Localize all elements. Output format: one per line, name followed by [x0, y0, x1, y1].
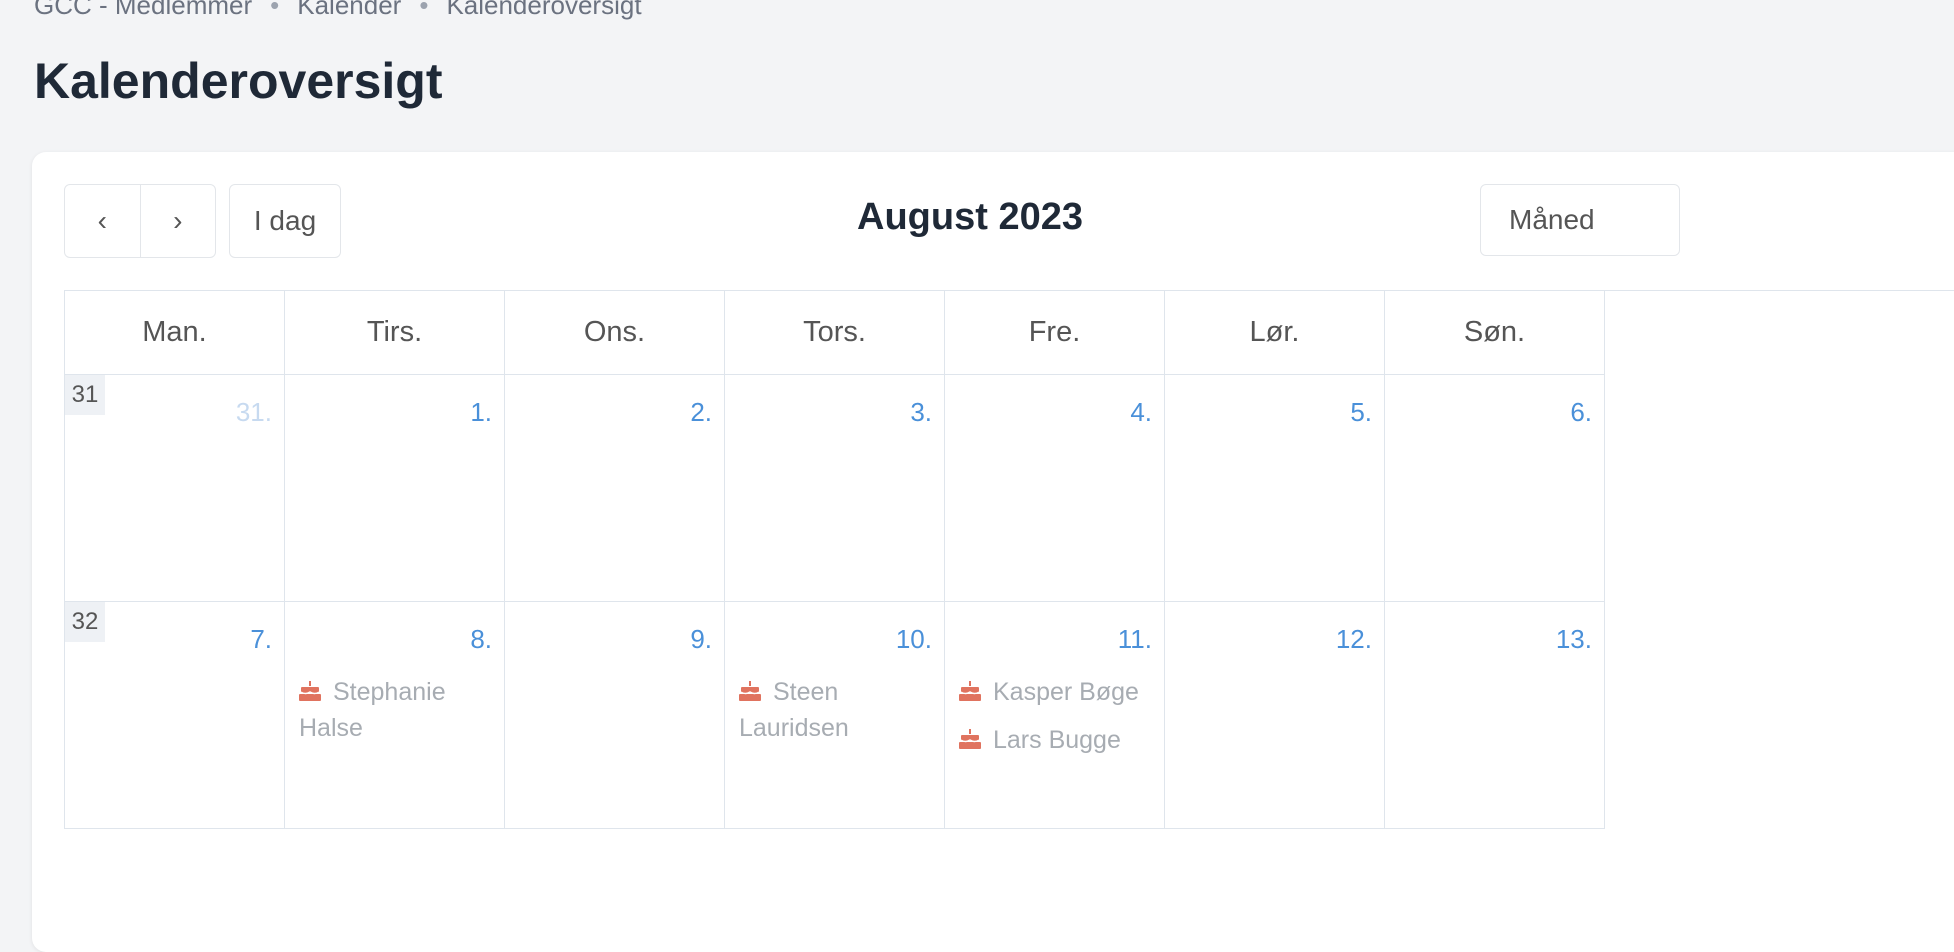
weekday-header: Fre.	[945, 291, 1165, 375]
today-button[interactable]: I dag	[229, 184, 341, 258]
day-cell[interactable]: 4.	[945, 375, 1165, 602]
day-number[interactable]: 7.	[250, 624, 272, 655]
day-number[interactable]: 8.	[470, 624, 492, 655]
day-cell[interactable]: 12.	[1165, 602, 1385, 829]
day-number[interactable]: 11.	[1118, 624, 1152, 655]
birthday-cake-icon	[959, 675, 981, 701]
prev-month-button[interactable]: ‹	[65, 185, 140, 257]
breadcrumb: GCC - Medlemmer • Kalender • Kalenderoversig…	[34, 0, 642, 21]
event-list: Steen Lauridsen	[739, 674, 934, 758]
week-row: 32 7. 8. Stephanie Halse 9. 10. Steen Lauridse…	[65, 602, 1954, 829]
day-number[interactable]: 5.	[1350, 397, 1372, 428]
day-cell[interactable]: 11. Kasper Bøge Lars Bugge	[945, 602, 1165, 829]
event-list: Kasper Bøge Lars Bugge	[959, 674, 1154, 770]
week-number[interactable]: 31	[65, 375, 105, 415]
birthday-event[interactable]: Steen Lauridsen	[739, 674, 934, 746]
day-cell[interactable]: 6.	[1385, 375, 1605, 602]
day-cell[interactable]: 8. Stephanie Halse	[285, 602, 505, 829]
week-number[interactable]: 32	[65, 602, 105, 642]
event-list: Stephanie Halse	[299, 674, 494, 758]
day-cell[interactable]: 5.	[1165, 375, 1385, 602]
day-cell[interactable]: 10. Steen Lauridsen	[725, 602, 945, 829]
chevron-right-icon: ›	[173, 205, 183, 236]
calendar-grid: Man. Tirs. Ons. Tors. Fre. Lør. Søn. 31 31. 1. 2. 3…	[64, 290, 1954, 829]
birthday-cake-icon	[959, 723, 981, 749]
birthday-cake-icon	[739, 675, 761, 701]
day-cell[interactable]: 1.	[285, 375, 505, 602]
weekday-header: Søn.	[1385, 291, 1605, 375]
event-title: Kasper Bøge	[993, 678, 1139, 706]
breadcrumb-separator: •	[270, 0, 280, 20]
day-cell[interactable]: 3.	[725, 375, 945, 602]
breadcrumb-item[interactable]: GCC - Medlemmer	[34, 0, 252, 20]
page-title: Kalenderoversigt	[34, 53, 443, 109]
day-cell[interactable]: 32 7.	[65, 602, 285, 829]
month-title: August 2023	[857, 196, 1083, 238]
day-number[interactable]: 31.	[236, 397, 272, 428]
day-cell[interactable]: 2.	[505, 375, 725, 602]
birthday-event[interactable]: Lars Bugge	[959, 722, 1154, 758]
week-row: 31 31. 1. 2. 3. 4. 5. 6.	[65, 375, 1954, 602]
next-month-button[interactable]: ›	[139, 185, 216, 257]
birthday-cake-icon	[299, 675, 321, 701]
weekday-header: Man.	[65, 291, 285, 375]
birthday-event[interactable]: Kasper Bøge	[959, 674, 1154, 710]
day-number[interactable]: 10.	[896, 624, 932, 655]
weekday-header: Ons.	[505, 291, 725, 375]
breadcrumb-item: Kalenderoversigt	[446, 0, 642, 20]
day-number[interactable]: 9.	[690, 624, 712, 655]
weekday-header-row: Man. Tirs. Ons. Tors. Fre. Lør. Søn.	[65, 291, 1954, 375]
day-number[interactable]: 2.	[690, 397, 712, 428]
breadcrumb-item[interactable]: Kalender	[297, 0, 401, 20]
event-title: Lars Bugge	[993, 726, 1121, 754]
prev-next-group: ‹ ›	[64, 184, 216, 258]
day-number[interactable]: 3.	[910, 397, 932, 428]
day-cell[interactable]: 13.	[1385, 602, 1605, 829]
day-cell[interactable]: 31 31.	[65, 375, 285, 602]
weekday-header: Tors.	[725, 291, 945, 375]
day-number[interactable]: 6.	[1570, 397, 1592, 428]
breadcrumb-separator: •	[419, 0, 429, 20]
weekday-header: Lør.	[1165, 291, 1385, 375]
weekday-header: Tirs.	[285, 291, 505, 375]
day-number[interactable]: 4.	[1130, 397, 1152, 428]
day-number[interactable]: 13.	[1556, 624, 1592, 655]
day-number[interactable]: 12.	[1336, 624, 1372, 655]
day-cell[interactable]: 9.	[505, 602, 725, 829]
month-view-button[interactable]: Måned	[1480, 184, 1680, 256]
day-number[interactable]: 1.	[470, 397, 492, 428]
chevron-left-icon: ‹	[97, 205, 107, 236]
birthday-event[interactable]: Stephanie Halse	[299, 674, 494, 746]
